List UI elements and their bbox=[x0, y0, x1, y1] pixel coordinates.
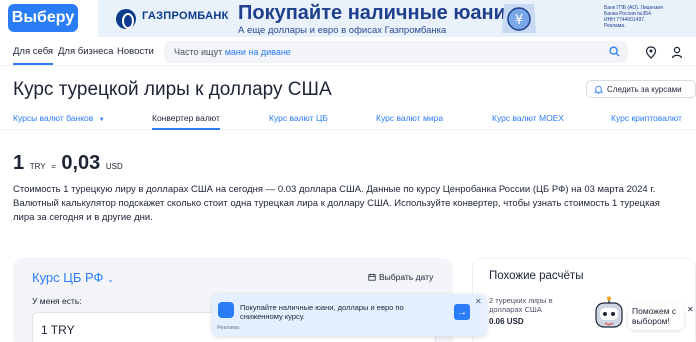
search-prefix: Часто ищут bbox=[174, 47, 225, 57]
nav-item-news[interactable]: Новости bbox=[117, 46, 154, 57]
page-title: Курс турецкой лиры к доллару США bbox=[13, 79, 332, 100]
promo-popup[interactable]: Покупайте наличные юани, доллары и евро … bbox=[212, 294, 487, 336]
follow-rates-button[interactable]: Следить за курсами bbox=[586, 80, 696, 98]
similar-item-value: 0.06 USD bbox=[489, 317, 524, 326]
popup-ad-label: Реклама bbox=[217, 325, 240, 331]
similar-item-label[interactable]: 2 турецких лиры в долларах США bbox=[489, 296, 579, 314]
rate-source-dropdown[interactable]: Курс ЦБ РФ ⌄ bbox=[32, 270, 114, 285]
rate-description: Стоимость 1 турецкую лиру в долларах США… bbox=[13, 184, 660, 223]
rate-result: 1 TRY = 0,03 USD bbox=[13, 152, 123, 175]
help-bubble[interactable]: Поможем с выбором! bbox=[628, 303, 684, 330]
tab-moex-rates[interactable]: Курс валют MOEX bbox=[492, 113, 564, 123]
site-logo[interactable]: Выберу bbox=[8, 4, 78, 32]
top-bar: Выберу ГАЗПРОМБАНК Покупайте наличные юа… bbox=[0, 0, 696, 38]
tab-crypto-rates[interactable]: Курс криптовалют bbox=[611, 113, 682, 123]
svg-text:¥: ¥ bbox=[515, 13, 523, 28]
tab-bank-rates[interactable]: Курсы валют банков ▼ bbox=[13, 113, 105, 123]
search-icon[interactable] bbox=[609, 46, 620, 57]
main-nav: Для себя Для бизнеса Новости Часто ищут … bbox=[0, 38, 696, 66]
search-suggestion-link[interactable]: мани на диване bbox=[225, 47, 291, 57]
chevron-down-icon: ⌄ bbox=[107, 275, 114, 284]
rate-base-amount: 1 bbox=[13, 152, 25, 174]
rates-tabs: Курсы валют банков ▼ Конвертер валют Кур… bbox=[0, 110, 696, 130]
pick-date-label: Выбрать дату bbox=[379, 272, 434, 282]
nav-item-personal[interactable]: Для себя bbox=[13, 46, 54, 65]
close-icon[interactable]: ✕ bbox=[687, 305, 694, 314]
bell-icon bbox=[594, 85, 603, 94]
tab-cb-rates[interactable]: Курс валют ЦБ bbox=[269, 113, 328, 123]
arrow-right-icon[interactable]: → bbox=[454, 304, 470, 320]
ad-subtitle: А еще доллары и евро в офисах Газпромбан… bbox=[238, 25, 447, 36]
tab-converter[interactable]: Конвертер валют bbox=[152, 113, 220, 130]
calendar-icon bbox=[368, 273, 376, 281]
location-pin-icon[interactable] bbox=[645, 46, 657, 59]
rate-quote-code: USD bbox=[105, 162, 123, 171]
ad-brand: ГАЗПРОМБАНК bbox=[142, 10, 229, 22]
chevron-down-icon: ▼ bbox=[98, 117, 105, 123]
tab-world-rates[interactable]: Курс валют мира bbox=[376, 113, 443, 123]
similar-title: Похожие расчёты bbox=[489, 270, 584, 282]
follow-rates-label: Следить за курсами bbox=[607, 84, 682, 94]
popup-text: Покупайте наличные юани, доллары и евро … bbox=[240, 303, 404, 321]
rate-equals: = bbox=[51, 162, 56, 171]
bank-logo-icon bbox=[218, 302, 234, 318]
have-label: У меня есть: bbox=[32, 296, 82, 306]
rate-source-label: Курс ЦБ РФ bbox=[32, 270, 104, 285]
rate-value: 0,03 bbox=[61, 152, 101, 174]
search-input[interactable]: Часто ищут мани на диване bbox=[164, 41, 628, 63]
ad-banner[interactable]: ГАЗПРОМБАНК Покупайте наличные юани А ещ… bbox=[98, 0, 696, 37]
rate-base-code: TRY bbox=[29, 162, 46, 171]
ad-title: Покупайте наличные юани bbox=[238, 2, 506, 24]
robot-assistant-icon[interactable] bbox=[592, 296, 626, 332]
close-icon[interactable]: ✕ bbox=[475, 297, 482, 306]
gazprombank-logo-icon bbox=[116, 9, 136, 29]
pick-date-button[interactable]: Выбрать дату bbox=[368, 272, 433, 282]
tab-bank-rates-label: Курсы валют банков bbox=[13, 113, 94, 123]
nav-item-business[interactable]: Для бизнеса bbox=[58, 46, 113, 57]
user-icon[interactable] bbox=[671, 46, 683, 59]
yuan-coin-icon: ¥ bbox=[502, 4, 536, 33]
ad-legal: Банк ГПБ (АО). Лицензия Банка России №35… bbox=[604, 5, 663, 29]
